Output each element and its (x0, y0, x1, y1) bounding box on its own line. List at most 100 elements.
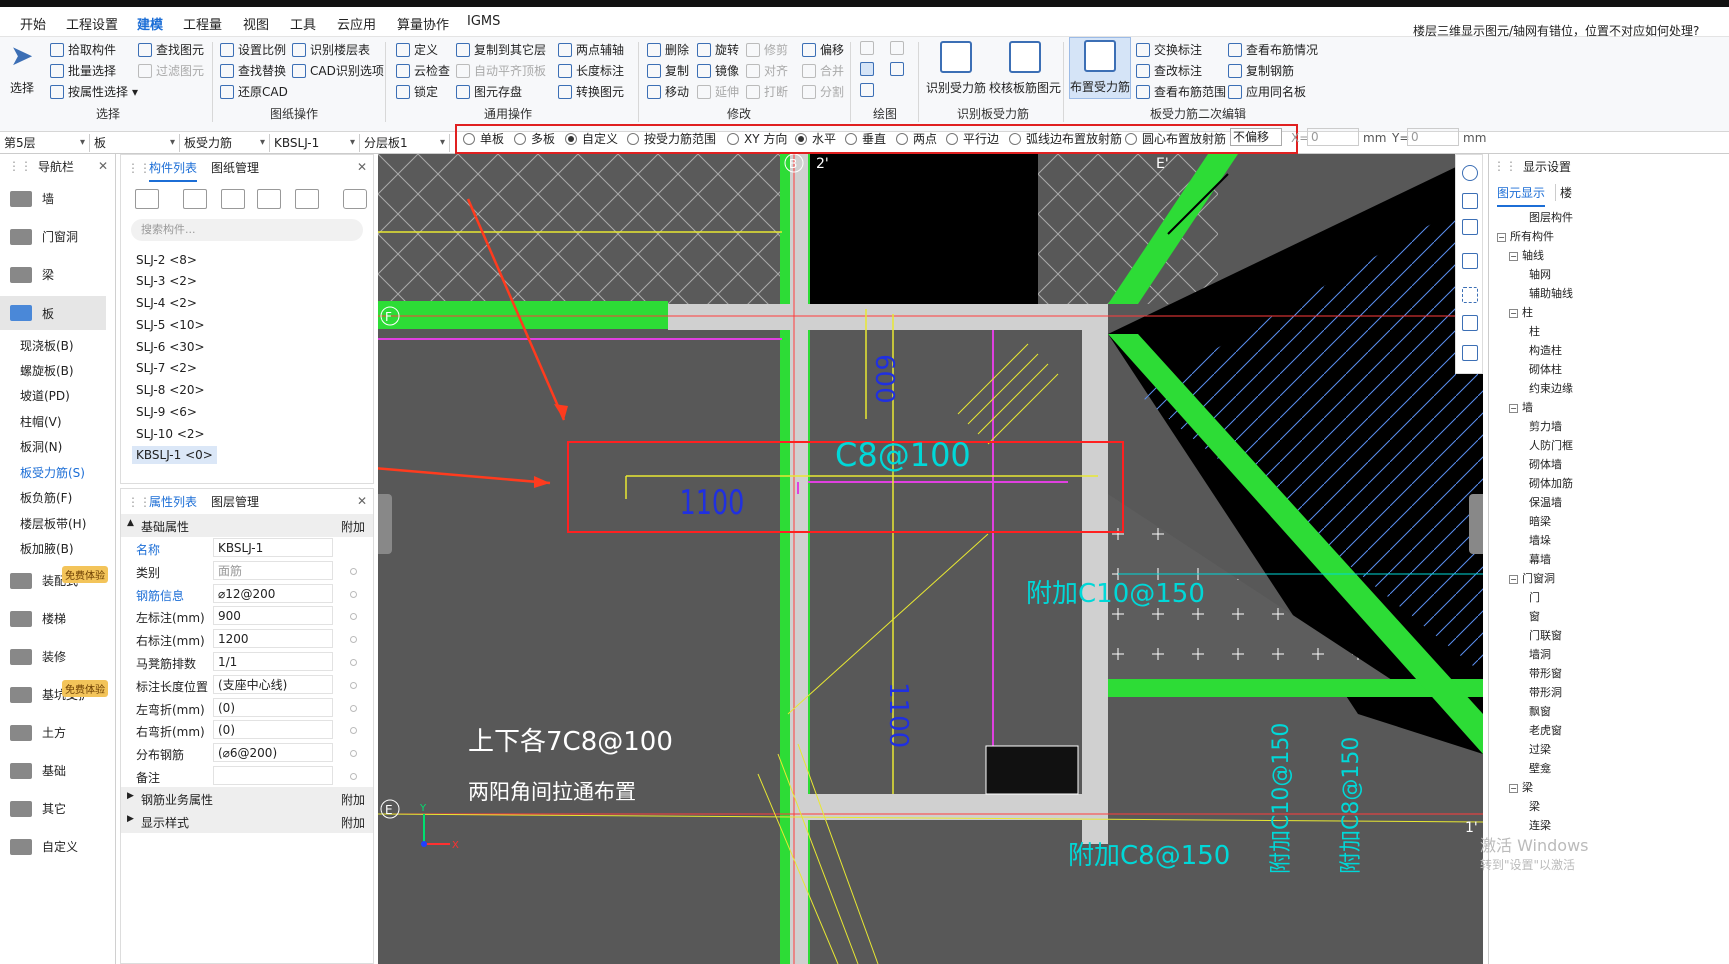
section-base-attrs[interactable]: ▲ 基础属性 附加 (121, 514, 373, 537)
tree-item[interactable]: 老虎窗 (1529, 722, 1562, 738)
close-icon[interactable]: ✕ (357, 494, 367, 508)
property-toggle-icon[interactable] (350, 659, 357, 666)
property-toggle-icon[interactable] (350, 727, 357, 735)
nav-sub-slab-hole[interactable]: 板洞(N) (20, 438, 62, 455)
collapse-icon[interactable]: − (1509, 309, 1518, 318)
find-replace-button[interactable]: 查找替换 (220, 62, 286, 79)
select-by-attr-button[interactable]: 按属性选择 ▾ (50, 83, 138, 100)
floor-select[interactable]: 第5层 (0, 134, 90, 152)
menu-project-settings[interactable]: 工程设置 (66, 14, 118, 33)
copy-rebar-button[interactable]: 复制钢筋 (1228, 62, 1294, 79)
property-value[interactable]: ⌀12@200 (213, 583, 333, 603)
tree-item[interactable]: 墙垛 (1529, 532, 1551, 548)
delete-component-button[interactable] (221, 189, 245, 209)
nav-other[interactable]: 其它 (10, 800, 66, 817)
list-item-selected[interactable]: KBSLJ-1 <0> (132, 446, 217, 464)
subtype-select[interactable]: 板受力筋 (180, 134, 270, 152)
tree-item[interactable]: − 轴线 (1509, 247, 1544, 263)
y-input[interactable]: 0 (1407, 128, 1459, 146)
break-button[interactable]: 打断 (746, 83, 788, 100)
restore-cad-button[interactable]: 还原CAD (220, 83, 288, 100)
length-mark-button[interactable]: 长度标注 (558, 62, 624, 79)
mirror-button[interactable]: 镜像 (697, 62, 739, 79)
menu-cloud[interactable]: 云应用 (337, 14, 376, 33)
lock-button[interactable]: 锁定 (396, 83, 438, 100)
rotate-button[interactable]: 旋转 (697, 41, 739, 58)
tab-floor-display[interactable]: 楼 (1555, 184, 1572, 201)
delete-button[interactable]: 删除 (647, 41, 689, 58)
view-range-button[interactable]: 查看布筋范围 (1136, 83, 1226, 100)
draw-circle-button[interactable] (890, 41, 904, 55)
property-value[interactable]: (⌀6@200) (213, 743, 333, 763)
pick-component-button[interactable]: 拾取构件 (50, 41, 116, 58)
nav-sub-column-cap[interactable]: 柱帽(V) (20, 413, 62, 430)
fit-view-icon[interactable] (1462, 287, 1478, 303)
two-point-axis-button[interactable]: 两点辅轴 (558, 41, 624, 58)
opt-vertical[interactable]: 垂直 (845, 130, 886, 147)
collapse-icon[interactable]: − (1497, 233, 1506, 242)
nav-decoration[interactable]: 装修 (10, 648, 66, 665)
tree-item[interactable]: 人防门框 (1529, 437, 1573, 453)
tab-property-list[interactable]: 属性列表 (149, 493, 198, 516)
tree-item[interactable]: 飘窗 (1529, 703, 1551, 719)
layer-copy-button[interactable] (257, 189, 281, 209)
opt-xy[interactable]: XY 方向 (727, 130, 787, 147)
tree-item[interactable]: 壁龛 (1529, 760, 1551, 776)
move-button[interactable]: 移动 (647, 83, 689, 100)
menu-igms[interactable]: IGMS (467, 14, 500, 29)
nav-sub-spiral[interactable]: 螺旋板(B) (20, 362, 74, 379)
menu-tools[interactable]: 工具 (290, 14, 316, 33)
list-item[interactable]: SLJ-9 <6> (136, 405, 197, 419)
layer-select[interactable]: 分层板1 (360, 134, 450, 152)
nav-stairs[interactable]: 楼梯 (10, 610, 66, 627)
tree-item[interactable]: 带形洞 (1529, 684, 1562, 700)
list-item[interactable]: SLJ-6 <30> (136, 340, 205, 354)
align-button[interactable]: 对齐 (746, 62, 788, 79)
identify-floor-table-button[interactable]: 识别楼层表 (292, 41, 370, 58)
close-icon[interactable]: ✕ (357, 160, 367, 174)
menu-quantity[interactable]: 工程量 (183, 14, 222, 33)
list-item[interactable]: SLJ-8 <20> (136, 383, 205, 397)
opt-parallel[interactable]: 平行边 (946, 130, 999, 147)
tree-item[interactable]: 幕墙 (1529, 551, 1551, 567)
tree-item[interactable]: 窗 (1529, 608, 1540, 624)
draw-line-button[interactable] (860, 62, 874, 76)
menu-start[interactable]: 开始 (20, 14, 46, 33)
view-layout-info-button[interactable]: 查看布筋情况 (1228, 41, 1318, 58)
property-toggle-icon[interactable] (350, 636, 357, 644)
nav-wall[interactable]: 墙 (10, 190, 54, 207)
nav-sub-haunch[interactable]: 板加腋(B) (20, 540, 74, 557)
draw-point-button[interactable] (860, 41, 874, 55)
list-item[interactable]: SLJ-7 <2> (136, 361, 197, 375)
3d-view-icon[interactable] (1462, 193, 1478, 209)
layers-icon[interactable] (1462, 315, 1478, 331)
opt-by-range[interactable]: 按受力筋范围 (627, 130, 716, 147)
tree-item[interactable]: − 柱 (1509, 304, 1533, 320)
cad-options-button[interactable]: CAD识别选项 (292, 62, 384, 79)
list-item[interactable]: SLJ-3 <2> (136, 274, 197, 288)
nav-beam[interactable]: 梁 (10, 266, 54, 283)
property-toggle-icon[interactable] (350, 773, 357, 780)
tree-item[interactable]: 图层构件 (1529, 209, 1573, 225)
type-select[interactable]: 板 (90, 134, 180, 152)
batch-select-button[interactable]: 批量选择 (50, 62, 116, 79)
close-icon[interactable]: ✕ (98, 159, 108, 173)
find-element-button[interactable]: 查找图元 (138, 41, 204, 58)
tree-item[interactable]: − 墙 (1509, 399, 1533, 415)
tree-item[interactable]: 构造柱 (1529, 342, 1562, 358)
property-toggle-icon[interactable] (350, 613, 357, 621)
x-input[interactable]: 0 (1307, 128, 1359, 146)
opt-horizontal[interactable]: 水平 (795, 130, 836, 147)
tree-item[interactable]: − 门窗洞 (1509, 570, 1555, 586)
swap-label-button[interactable]: 交换标注 (1136, 41, 1202, 58)
orbit-icon[interactable] (1462, 165, 1478, 181)
tab-element-display[interactable]: 图元显示 (1497, 184, 1546, 207)
tab-drawing-manage[interactable]: 图纸管理 (211, 159, 259, 176)
menu-collab[interactable]: 算量协作 (397, 14, 449, 33)
menu-view[interactable]: 视图 (243, 14, 269, 33)
nav-earthwork[interactable]: 土方 (10, 724, 66, 741)
component-select[interactable]: KBSLJ-1 (270, 134, 360, 152)
property-value[interactable] (213, 766, 333, 785)
layout-rebar-button[interactable]: 布置受力筋 (1069, 37, 1131, 99)
opt-arc-radial[interactable]: 弧线边布置放射筋 (1009, 130, 1122, 147)
